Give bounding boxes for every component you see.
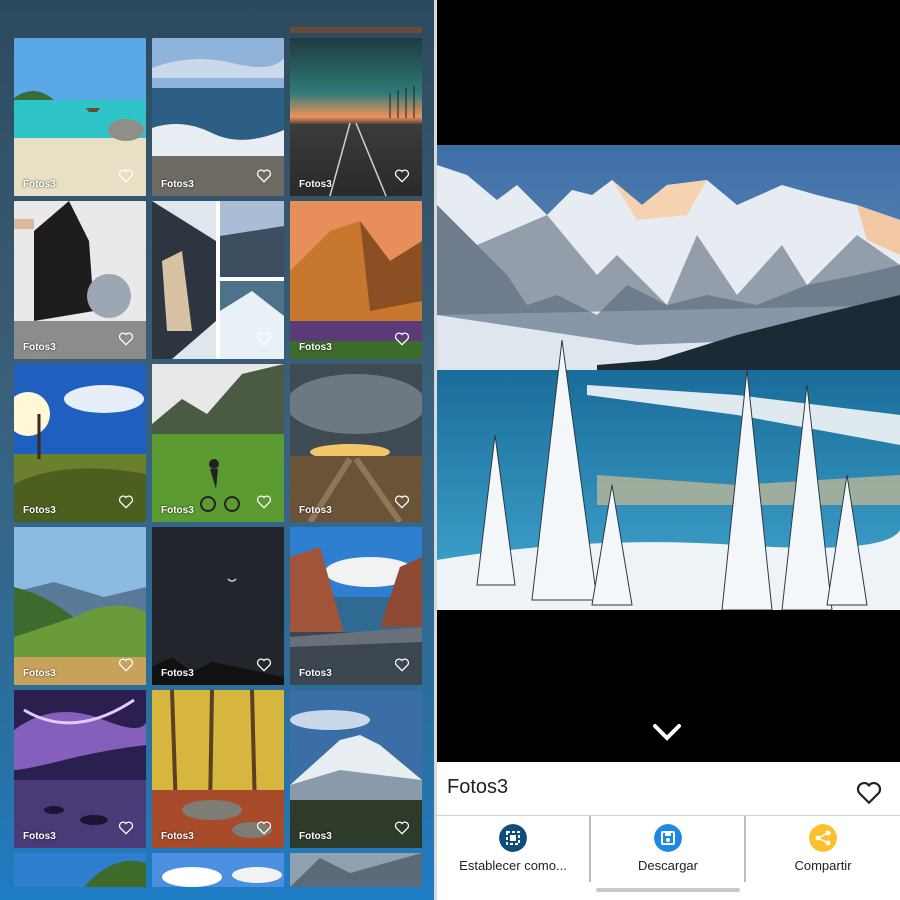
tile-label: Fotos3 (299, 831, 332, 842)
photo-grid: Fotos3 Fotos3 Fotos3 Fotos3 Fotos3 Fotos… (0, 0, 434, 900)
photo-tile-sunny-hill[interactable]: Fotos3 (14, 364, 146, 522)
favorite-icon[interactable] (256, 332, 272, 346)
download-icon (654, 824, 682, 852)
photo-tile-partial[interactable] (14, 853, 146, 887)
favorite-icon[interactable] (256, 658, 272, 672)
tile-label: Fotos3 (161, 668, 194, 679)
photo-tile-aurora[interactable]: Fotos3 (14, 690, 146, 848)
photo-tile-mountain-biker[interactable]: Fotos3 (152, 364, 284, 522)
favorite-icon[interactable] (118, 658, 134, 672)
tile-label: Fotos3 (299, 505, 332, 516)
photo-tile-ocean-waves[interactable]: Fotos3 (152, 38, 284, 196)
set-as-icon (499, 824, 527, 852)
set-as-label: Establecer como... (459, 858, 567, 873)
favorite-icon[interactable] (118, 821, 134, 835)
tile-label: Fotos3 (299, 668, 332, 679)
tile-label: Fotos3 (299, 179, 332, 190)
photo-tile-autumn-forest[interactable]: Fotos3 (152, 690, 284, 848)
tile-label: Fotos3 (23, 179, 56, 190)
tile-label: Fotos3 (23, 668, 56, 679)
favorite-icon[interactable] (394, 169, 410, 183)
favorite-icon[interactable] (394, 332, 410, 346)
favorite-icon[interactable] (394, 821, 410, 835)
favorite-icon[interactable] (394, 495, 410, 509)
tile-label: Fotos3 (161, 831, 194, 842)
download-label: Descargar (638, 858, 698, 873)
photo-tile-night-moon[interactable]: Fotos3 (152, 527, 284, 685)
home-indicator[interactable] (596, 888, 740, 892)
fullscreen-photo[interactable] (437, 145, 900, 610)
tile-label: Fotos3 (23, 831, 56, 842)
share-icon (809, 824, 837, 852)
divider (744, 816, 746, 882)
divider (589, 816, 591, 882)
chevron-down-icon[interactable] (651, 720, 683, 744)
favorite-icon[interactable] (118, 332, 134, 346)
set-as-button[interactable]: Establecer como... (437, 816, 589, 882)
photo-tile-snowy-volcano[interactable]: Fotos3 (290, 690, 422, 848)
favorite-icon[interactable] (118, 495, 134, 509)
favorite-icon[interactable] (118, 169, 134, 183)
partial-row-top (290, 27, 422, 33)
gallery-panel: Fotos3 Fotos3 Fotos3 Fotos3 Fotos3 Fotos… (0, 0, 434, 900)
tile-label: Fotos3 (299, 342, 332, 353)
tile-label: Fotos3 (23, 342, 56, 353)
photo-tile-winter-collage[interactable] (152, 201, 284, 359)
tile-label: Fotos3 (23, 505, 56, 516)
favorite-icon[interactable] (394, 658, 410, 672)
photo-tile-partial[interactable] (290, 853, 422, 887)
favorite-icon[interactable] (256, 821, 272, 835)
download-button[interactable]: Descargar (592, 816, 744, 882)
photo-tile-canyon-lake[interactable]: Fotos3 (290, 527, 422, 685)
share-label: Compartir (794, 858, 852, 873)
favorite-icon[interactable] (256, 169, 272, 183)
share-button[interactable]: Compartir (747, 816, 899, 882)
tile-label: Fotos3 (161, 179, 194, 190)
photo-tile-bw-collage[interactable]: Fotos3 (14, 201, 146, 359)
tile-label: Fotos3 (161, 505, 194, 516)
photo-tile-green-valley[interactable]: Fotos3 (14, 527, 146, 685)
photo-tile-partial[interactable] (152, 853, 284, 887)
photo-tile-stormy-field[interactable]: Fotos3 (290, 364, 422, 522)
photo-tile-desert-road-sunset[interactable]: Fotos3 (290, 38, 422, 196)
favorite-icon[interactable] (256, 495, 272, 509)
photo-tile-sunset-mountain[interactable]: Fotos3 (290, 201, 422, 359)
sheet-title: Fotos3 (447, 776, 509, 798)
photo-tile-beach[interactable]: Fotos3 (14, 38, 146, 196)
favorite-icon[interactable] (856, 781, 882, 805)
